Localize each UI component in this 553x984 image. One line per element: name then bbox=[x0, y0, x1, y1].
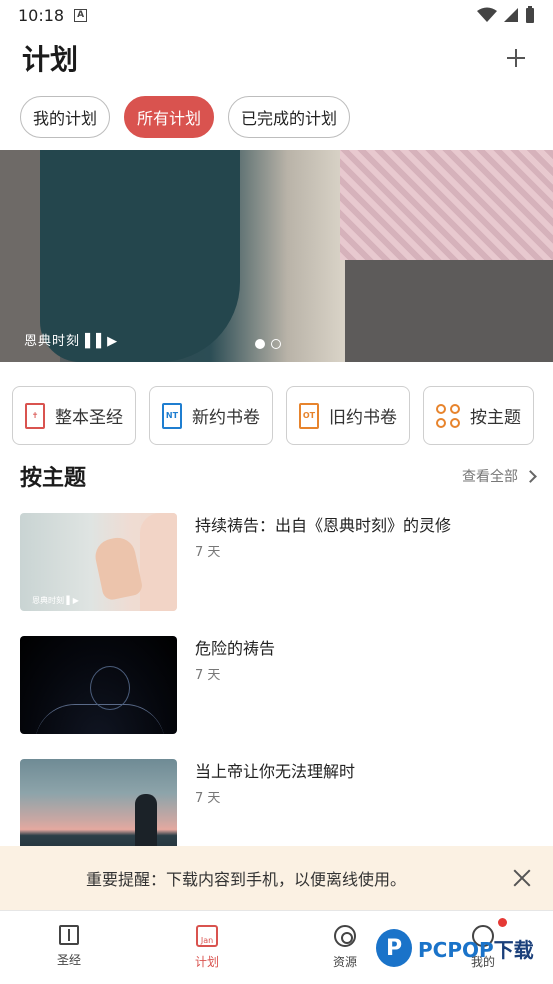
category-buttons: ✝ 整本圣经 NT 新约书卷 OT 旧约书卷 按主题 bbox=[12, 386, 534, 445]
accessibility-icon: A bbox=[74, 8, 88, 22]
nav-bible[interactable]: 圣经 bbox=[29, 925, 109, 968]
banner-logo: 恩典时刻 ▌▌▶ bbox=[24, 334, 119, 349]
section-title: 按主题 bbox=[20, 466, 87, 491]
nav-label: 圣经 bbox=[56, 953, 81, 967]
plan-title: 危险的祷告 bbox=[195, 639, 276, 658]
list-item[interactable]: 恩典时刻 ▌▶ 持续祷告：出自《恩典时刻》的灵修 7 天 bbox=[20, 513, 535, 611]
section-header: 按主题 查看全部 bbox=[20, 458, 537, 494]
notice-text: 重要提醒：下载内容到手机，以便离线使用。 bbox=[86, 870, 407, 889]
plan-title: 持续祷告：出自《恩典时刻》的灵修 bbox=[195, 516, 452, 535]
banner-image-part bbox=[340, 150, 553, 260]
header: 计划 bbox=[0, 30, 553, 86]
nav-label: 资源 bbox=[332, 955, 357, 969]
carousel-dot[interactable] bbox=[271, 339, 281, 349]
by-topic-button[interactable]: 按主题 bbox=[423, 386, 534, 445]
watermark-icon: P bbox=[376, 929, 412, 967]
battery-icon bbox=[526, 6, 534, 23]
see-all-label: 查看全部 bbox=[462, 469, 518, 485]
add-plan-button[interactable] bbox=[501, 43, 531, 73]
status-bar: 10:18 A bbox=[0, 0, 553, 30]
watermark-text: PCPOP下载 bbox=[418, 937, 534, 962]
old-testament-button[interactable]: OT 旧约书卷 bbox=[286, 386, 410, 445]
plan-thumbnail bbox=[20, 759, 177, 857]
carousel-dots bbox=[255, 339, 281, 349]
nav-plans[interactable]: Jan 计划 bbox=[167, 925, 247, 970]
plan-duration: 7 天 bbox=[195, 791, 221, 806]
carousel-dot[interactable] bbox=[255, 339, 265, 349]
plan-thumbnail: 恩典时刻 ▌▶ bbox=[20, 513, 177, 611]
plan-thumbnail bbox=[20, 636, 177, 734]
nt-book-icon: NT bbox=[162, 402, 182, 429]
category-label: 旧约书卷 bbox=[329, 408, 397, 428]
page-title: 计划 bbox=[22, 43, 79, 76]
chevron-right-icon bbox=[524, 469, 537, 483]
calendar-icon: Jan bbox=[196, 925, 218, 947]
topics-grid-icon bbox=[436, 403, 460, 428]
nav-resources[interactable]: 资源 bbox=[305, 925, 385, 970]
bible-book-icon: ✝ bbox=[25, 402, 45, 429]
nav-label: 计划 bbox=[194, 955, 219, 969]
list-item[interactable]: 危险的祷告 7 天 bbox=[20, 636, 535, 734]
see-all-link[interactable]: 查看全部 bbox=[462, 466, 537, 486]
plan-list: 恩典时刻 ▌▶ 持续祷告：出自《恩典时刻》的灵修 7 天 危险的祷告 7 天 当… bbox=[20, 513, 535, 882]
plan-duration: 7 天 bbox=[195, 545, 221, 560]
close-icon[interactable] bbox=[511, 867, 533, 889]
featured-banner[interactable]: 恩典时刻 ▌▌▶ bbox=[0, 150, 553, 362]
status-time: 10:18 bbox=[18, 5, 65, 25]
offline-notice-banner: 重要提醒：下载内容到手机，以便离线使用。 bbox=[0, 846, 553, 910]
bible-icon bbox=[59, 925, 79, 945]
signal-icon bbox=[504, 8, 518, 22]
watermark-logo: P PCPOP下载 bbox=[376, 926, 534, 970]
category-label: 新约书卷 bbox=[192, 408, 260, 428]
list-item[interactable]: 当上帝让你无法理解时 7 天 bbox=[20, 759, 535, 857]
whole-bible-button[interactable]: ✝ 整本圣经 bbox=[12, 386, 136, 445]
disc-icon bbox=[334, 925, 356, 947]
status-icons bbox=[477, 6, 535, 24]
category-label: 按主题 bbox=[470, 408, 521, 428]
tab-my-plans[interactable]: 我的计划 bbox=[20, 96, 111, 138]
new-testament-button[interactable]: NT 新约书卷 bbox=[149, 386, 273, 445]
ot-book-icon: OT bbox=[299, 402, 319, 429]
plan-duration: 7 天 bbox=[195, 668, 221, 683]
wifi-icon bbox=[477, 7, 497, 22]
tab-completed-plans[interactable]: 已完成的计划 bbox=[228, 96, 351, 138]
thumbnail-logo: 恩典时刻 ▌▶ bbox=[32, 596, 79, 605]
plan-title: 当上帝让你无法理解时 bbox=[195, 762, 356, 781]
category-label: 整本圣经 bbox=[55, 408, 123, 428]
banner-image-part bbox=[345, 260, 553, 362]
tab-all-plans[interactable]: 所有计划 bbox=[124, 96, 215, 138]
plan-filter-tabs: 我的计划 所有计划 已完成的计划 bbox=[20, 96, 351, 138]
